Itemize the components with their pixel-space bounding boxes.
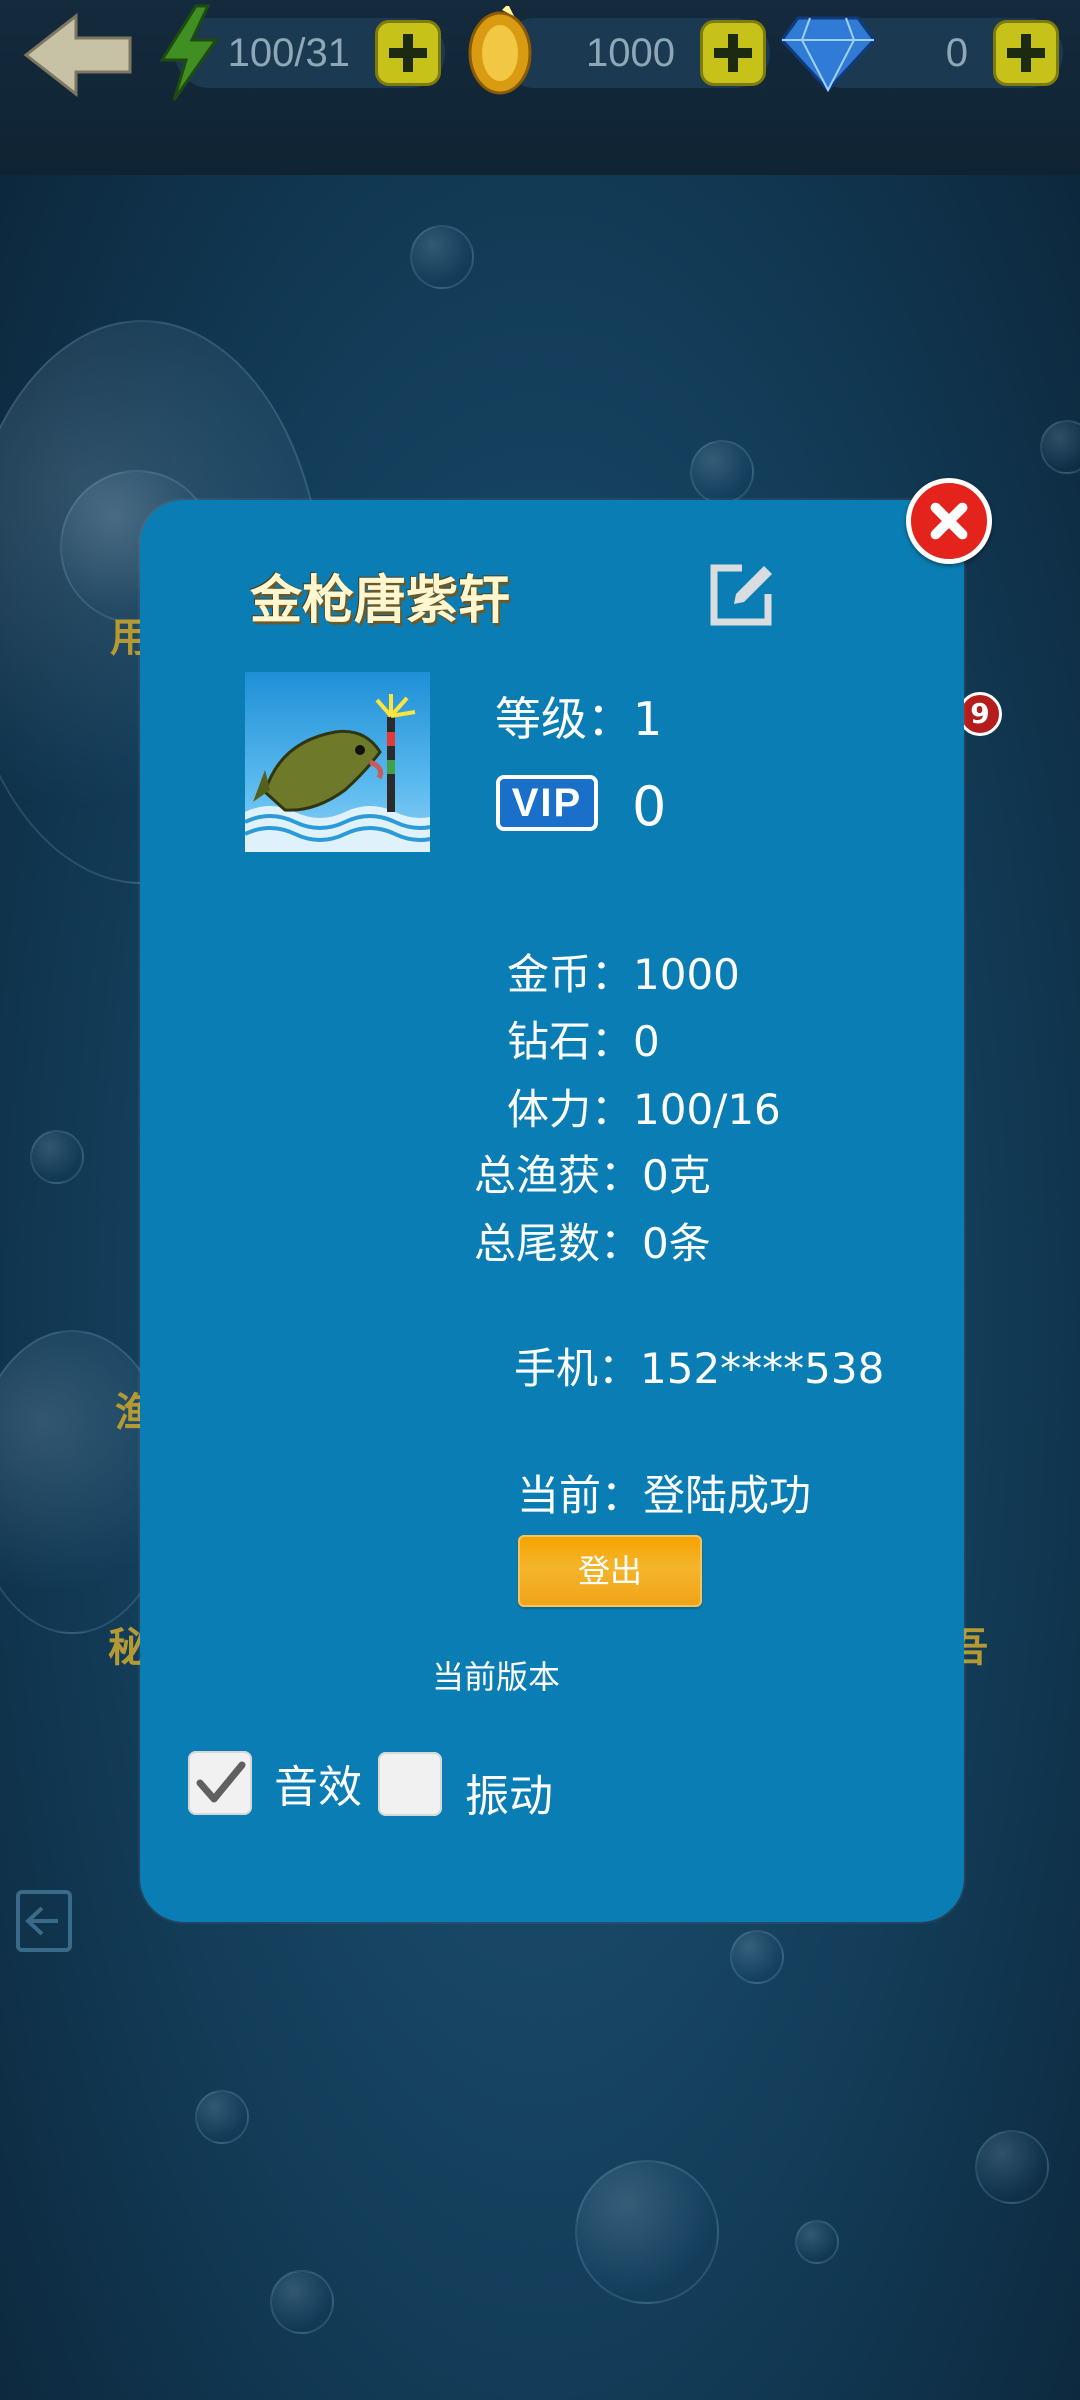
add-diamonds-button[interactable] [993,20,1059,86]
top-resource-bar: 100/31 1000 0 [0,0,1080,175]
diamond-icon [780,16,876,92]
coins-pill: 1000 [500,18,770,88]
player-level: 等级：1 [495,692,663,746]
vip-level: 0 [632,775,667,838]
add-coins-button[interactable] [700,20,766,86]
total-catch-count: 总尾数：0条 [474,1219,711,1268]
background-bubble [795,2220,839,2264]
notification-badge: 9 [958,692,1002,736]
background-bubble [730,1930,784,1984]
phone-number: 手机：152****538 [514,1344,885,1393]
lightning-icon [159,4,219,101]
vibration-label: 振动 [465,1771,553,1822]
background-bubble [1040,420,1080,474]
coin-icon [468,6,532,95]
background-bubble [195,2090,249,2144]
background-bubble [575,2160,719,2304]
diamonds-value: 0 [945,31,968,75]
sound-label: 音效 [274,1762,362,1813]
version-label: 当前版本 [432,1658,561,1696]
coins-value: 1000 [586,31,675,75]
background-bubble [690,440,754,504]
player-name: 金枪唐紫轩 [250,571,511,631]
exit-icon[interactable] [14,1888,74,1954]
player-avatar[interactable] [245,672,430,852]
total-catch-weight: 总渔获：0克 [474,1151,711,1200]
gold-stat: 金币：1000 [507,950,740,999]
vip-badge: VIP [496,775,598,831]
sound-checkbox[interactable] [188,1751,252,1815]
background-bubble [270,2270,334,2334]
diamond-stat: 钻石：0 [507,1017,660,1066]
back-arrow-icon[interactable] [18,10,138,100]
logout-button[interactable]: 登出 [518,1535,702,1607]
edit-icon[interactable] [708,562,774,628]
fish-avatar-icon [245,694,430,852]
background-bubble [30,1130,84,1184]
login-status: 当前：登陆成功 [517,1471,812,1520]
add-stamina-button[interactable] [375,20,441,86]
background-bubble [975,2130,1049,2204]
vibration-checkbox[interactable] [378,1752,442,1816]
stamina-stat: 体力：100/16 [507,1085,781,1134]
checkmark-icon [196,1761,246,1803]
background-bubble [410,225,474,289]
close-button[interactable] [906,478,992,564]
stamina-value: 100/31 [227,31,350,75]
